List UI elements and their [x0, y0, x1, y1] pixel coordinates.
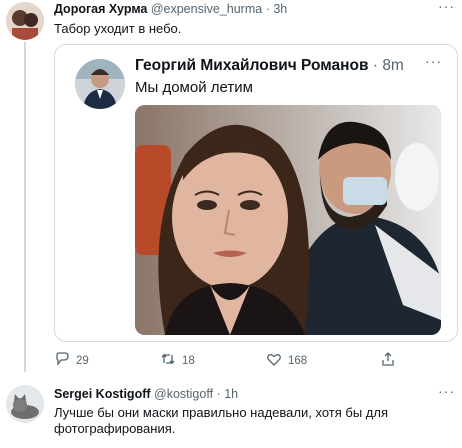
tweet-actions: 29 18 168	[54, 351, 458, 367]
quoted-tweet-header: Георгий Михайлович Романов · 8m	[135, 57, 404, 75]
tweet-time[interactable]: 1h	[224, 387, 238, 401]
tweet-text: Мы домой летим	[135, 79, 253, 96]
share-button[interactable]	[380, 351, 396, 370]
like-count: 168	[288, 354, 308, 367]
author-name[interactable]: Георгий Михайлович Романов	[135, 57, 369, 74]
separator-dot: ·	[265, 2, 270, 16]
retweet-icon	[160, 351, 176, 370]
tweet-text: Табор уходит в небо.	[54, 21, 182, 36]
avatar[interactable]	[6, 2, 44, 40]
tweet-text: Лучше бы они маски правильно надевали, х…	[54, 405, 388, 436]
reply-icon	[54, 351, 70, 370]
like-button[interactable]: 168	[266, 351, 307, 370]
avatar[interactable]	[6, 385, 44, 423]
more-horizontal-icon[interactable]: ···	[438, 383, 455, 399]
quoted-tweet-card[interactable]: Георгий Михайлович Романов · 8m ··· Мы д…	[54, 44, 458, 342]
separator-dot: ·	[216, 387, 221, 401]
like-icon	[266, 351, 282, 370]
reply-count: 29	[76, 354, 89, 367]
author-name[interactable]: Дорогая Хурма	[54, 2, 147, 16]
retweet-count: 18	[182, 354, 195, 367]
tweet-header: Sergei Kostigoff @kostigoff · 1h	[54, 387, 238, 401]
tweet-photo[interactable]	[135, 105, 441, 335]
tweet-time[interactable]: 8m	[382, 57, 404, 74]
author-name[interactable]: Sergei Kostigoff	[54, 387, 151, 401]
tweet-time[interactable]: 3h	[273, 2, 287, 16]
thread-line	[24, 42, 26, 372]
share-icon	[380, 351, 396, 370]
separator-dot: ·	[372, 57, 378, 74]
more-horizontal-icon[interactable]: ···	[425, 53, 442, 69]
reply-button[interactable]: 29	[54, 351, 89, 370]
retweet-button[interactable]: 18	[160, 351, 195, 370]
author-handle[interactable]: @kostigoff	[154, 387, 213, 401]
tweet-header: Дорогая Хурма @expensive_hurma · 3h	[54, 2, 287, 16]
more-horizontal-icon[interactable]: ···	[438, 0, 455, 14]
author-handle[interactable]: @expensive_hurma	[151, 2, 262, 16]
avatar[interactable]	[75, 59, 125, 109]
